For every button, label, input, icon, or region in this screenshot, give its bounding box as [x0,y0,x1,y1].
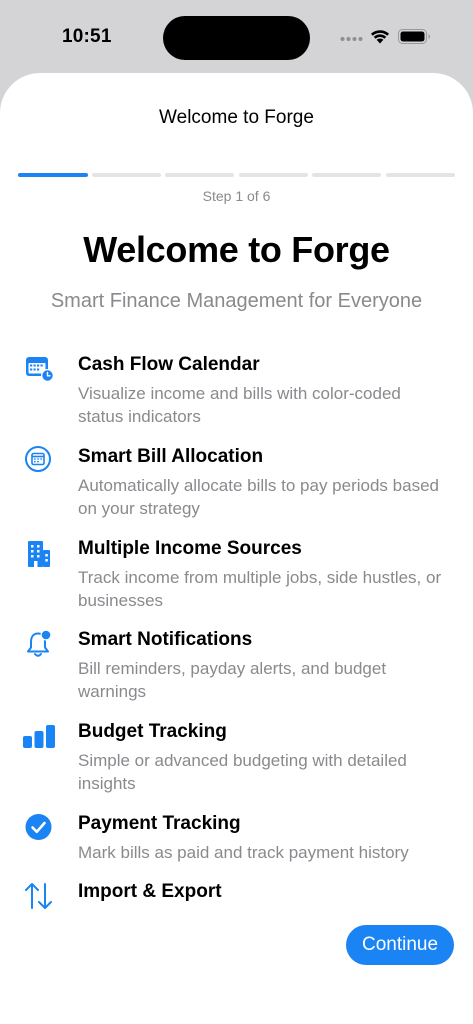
battery-icon [398,29,430,44]
step-label: Step 1 of 6 [202,188,271,204]
feature-title: Import & Export [78,881,222,902]
feature-description: Bill reminders, payday alerts, and budge… [78,659,387,701]
step-progress-bar [18,173,455,178]
feature-title: Payment Tracking [78,813,241,834]
feature-description: Simple or advanced budgeting with detail… [78,751,407,793]
bar-chart-icon [23,725,55,748]
progress-segment-1 [18,173,88,177]
hero-subtitle: Smart Finance Management for Everyone [50,290,423,312]
dynamic-island [163,16,310,60]
bell-badge-icon [27,629,52,657]
checkmark-circle-icon [25,814,52,840]
signal-dots-icon [340,37,363,41]
calendar-circle-icon [25,446,51,472]
feature-description: Automatically allocate bills to pay peri… [78,476,439,518]
progress-segment-2 [92,173,161,177]
feature-title: Smart Notifications [78,629,253,650]
feature-description: Visualize income and bills with color-co… [78,384,401,426]
hero-title: Welcome to Forge [83,229,390,270]
arrows-up-down-icon [25,883,52,909]
feature-description: Mark bills as paid and track payment his… [78,843,409,862]
progress-segment-5 [312,173,381,177]
progress-segment-4 [239,173,308,177]
wifi-icon [371,30,389,44]
building-icon [28,541,50,567]
sheet-title: Welcome to Forge [159,107,314,128]
feature-title: Budget Tracking [78,721,227,742]
status-time: 10:51 [62,26,112,47]
progress-segment-6 [386,173,455,177]
feature-title: Multiple Income Sources [78,538,302,559]
status-bar: 10:51 [0,0,473,74]
onboarding-sheet: Welcome to Forge Step 1 of 6 Welcome to … [0,73,473,1024]
feature-title: Cash Flow Calendar [78,354,260,375]
feature-title: Smart Bill Allocation [78,446,264,467]
continue-button[interactable]: Continue [346,925,454,965]
progress-segment-3 [165,173,234,177]
calendar-clock-icon [26,357,54,382]
feature-description: Track income from multiple jobs, side hu… [78,568,442,610]
